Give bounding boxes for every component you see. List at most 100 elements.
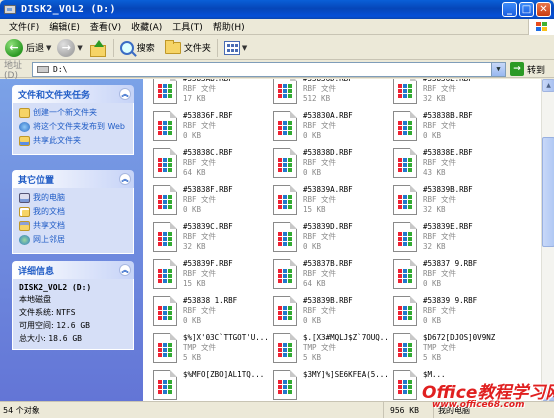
file-item[interactable]: #53838D.RBF RBF 文件 0 KB	[267, 146, 387, 182]
file-item[interactable]: $D672[DJOS]0V9NZ TMP 文件 5 KB	[387, 331, 507, 367]
file-item[interactable]: #5383AB.RBFRBF 文件17 KB	[147, 79, 267, 108]
menu-file[interactable]: 文件(F)	[4, 20, 44, 33]
maximize-button[interactable]: □	[519, 2, 534, 17]
file-size: 5 KB	[183, 353, 202, 362]
place-my-computer[interactable]: 我的电脑	[19, 192, 128, 203]
file-name: $M...	[423, 370, 446, 379]
file-type: RBF 文件	[183, 232, 217, 241]
file-size: 512 KB	[303, 94, 331, 103]
details-panel: 详细信息 ︽ DISK2_VOL2 (D:) 本地磁盘 文件系统: NTFS 可…	[12, 261, 134, 350]
place-shared-documents[interactable]: 共享文档	[19, 220, 128, 231]
panel-header[interactable]: 其它位置 ︽	[12, 170, 134, 188]
file-item[interactable]: #53839 9.RBF RBF 文件 0 KB	[387, 294, 507, 330]
file-item[interactable]: #53839E.RBF RBF 文件 32 KB	[387, 220, 507, 256]
shared-documents-icon	[19, 221, 30, 231]
collapse-icon[interactable]: ︽	[119, 88, 131, 100]
file-name: #53838 1.RBF	[183, 296, 238, 305]
file-name: #53838B.RBF	[423, 111, 473, 120]
collapse-icon[interactable]: ︽	[119, 173, 131, 185]
file-item[interactable]: #53838F.RBF RBF 文件 0 KB	[147, 183, 267, 219]
file-item[interactable]: #53839A.RBF RBF 文件 15 KB	[267, 183, 387, 219]
chevron-down-icon[interactable]: ▼	[46, 44, 51, 52]
menu-view[interactable]: 查看(V)	[85, 20, 126, 33]
task-publish-web[interactable]: 将这个文件夹发布到 Web	[19, 121, 128, 132]
task-share-folder[interactable]: 共享此文件夹	[19, 135, 128, 146]
address-bar: 地址(D) D:\ ▼ → 转到	[0, 61, 554, 81]
file-item[interactable]: #53838B.RBF RBF 文件 0 KB	[387, 109, 507, 145]
file-size: 0 KB	[303, 131, 322, 140]
file-item[interactable]: #53839B.RBF RBF 文件 0 KB	[267, 294, 387, 330]
task-new-folder[interactable]: 创建一个新文件夹	[19, 107, 128, 118]
file-item[interactable]: #53836D.RBFRBF 文件512 KB	[267, 79, 387, 108]
file-item[interactable]: #53838E.RBF RBF 文件 43 KB	[387, 146, 507, 182]
file-icon	[393, 259, 417, 289]
back-button[interactable]: ← 后退 ▼	[3, 38, 55, 58]
file-item[interactable]: $M...	[387, 368, 507, 401]
file-item[interactable]: #53839D.RBF RBF 文件 0 KB	[267, 220, 387, 256]
file-item[interactable]: $.[X3#MQLJ$Z`7OUQ... TMP 文件 5 KB	[267, 331, 387, 367]
menu-tools[interactable]: 工具(T)	[167, 20, 208, 33]
menu-edit[interactable]: 编辑(E)	[44, 20, 85, 33]
file-size: 0 KB	[303, 316, 322, 325]
minimize-button[interactable]: _	[502, 2, 517, 17]
file-type: RBF 文件	[423, 232, 457, 241]
web-publish-icon	[19, 122, 30, 132]
file-name: #53837 9.RBF	[423, 259, 478, 268]
file-item[interactable]: #53837B.RBF RBF 文件 64 KB	[267, 257, 387, 293]
panel-header[interactable]: 文件和文件夹任务 ︽	[12, 85, 134, 103]
vertical-scrollbar[interactable]: ▲ ▼	[541, 79, 554, 401]
file-text: #53839B.RBF RBF 文件 32 KB	[423, 185, 507, 215]
file-text: $%]X'03C`TTGOT'U... TMP 文件 5 KB	[183, 333, 267, 363]
file-name: #53838C.RBF	[183, 148, 233, 157]
file-item[interactable]: $3MY]%]SE6KFEA(5...	[267, 368, 387, 401]
file-name: $%]X'03C`TTGOT'U...	[183, 333, 267, 342]
file-item[interactable]: #53839F.RBF RBF 文件 15 KB	[147, 257, 267, 293]
file-item[interactable]: #53830A.RBF RBF 文件 0 KB	[267, 109, 387, 145]
file-item[interactable]: #53836E.RBFRBF 文件32 KB	[387, 79, 507, 108]
address-dropdown-button[interactable]: ▼	[491, 62, 505, 76]
place-network[interactable]: 网上邻居	[19, 234, 128, 245]
file-size: 0 KB	[423, 279, 442, 288]
menu-help[interactable]: 帮助(H)	[208, 20, 250, 33]
up-button[interactable]	[87, 38, 109, 58]
menu-favorites[interactable]: 收藏(A)	[126, 20, 167, 33]
chevron-down-icon[interactable]: ▼	[242, 44, 247, 52]
file-size: 15 KB	[303, 205, 326, 214]
scroll-down-button[interactable]: ▼	[542, 388, 554, 401]
place-my-documents[interactable]: 我的文档	[19, 206, 128, 217]
file-item[interactable]: $%]X'03C`TTGOT'U... TMP 文件 5 KB	[147, 331, 267, 367]
details-name: DISK2_VOL2 (D:)	[19, 283, 92, 292]
file-item[interactable]: $%MFO[ZBO]AL1TQ...	[147, 368, 267, 401]
file-text: #53838B.RBF RBF 文件 0 KB	[423, 111, 507, 141]
back-label: 后退	[26, 44, 45, 54]
file-item[interactable]: #53838 1.RBF RBF 文件 0 KB	[147, 294, 267, 330]
chevron-down-icon[interactable]: ▼	[77, 44, 82, 52]
detail-label: 可用空间:	[19, 321, 54, 330]
panel-header[interactable]: 详细信息 ︽	[12, 261, 134, 279]
file-icon-glyph	[158, 269, 172, 283]
file-size: 0 KB	[423, 316, 442, 325]
address-input[interactable]: D:\ ▼	[32, 61, 506, 77]
file-icon-glyph	[278, 380, 292, 394]
file-icon	[393, 111, 417, 141]
file-item[interactable]: #53838C.RBF RBF 文件 64 KB	[147, 146, 267, 182]
go-button[interactable]: → 转到	[510, 62, 545, 76]
file-item[interactable]: #53839C.RBF RBF 文件 32 KB	[147, 220, 267, 256]
file-icon-glyph	[158, 121, 172, 135]
file-item[interactable]: #53837 9.RBF RBF 文件 0 KB	[387, 257, 507, 293]
forward-button[interactable]: → ▼	[55, 38, 86, 58]
file-item[interactable]: #53839B.RBF RBF 文件 32 KB	[387, 183, 507, 219]
back-arrow-icon: ←	[5, 38, 23, 57]
panel-body: 创建一个新文件夹 将这个文件夹发布到 Web 共享此文件夹	[12, 103, 134, 155]
scroll-thumb[interactable]	[542, 137, 554, 247]
file-item[interactable]: #53836F.RBF RBF 文件 0 KB	[147, 109, 267, 145]
panel-body: DISK2_VOL2 (D:) 本地磁盘 文件系统: NTFS 可用空间: 12…	[12, 279, 134, 350]
folders-button[interactable]: 文件夹	[163, 38, 213, 58]
scroll-up-button[interactable]: ▲	[542, 79, 554, 92]
search-button[interactable]: 搜索	[118, 38, 157, 58]
collapse-icon[interactable]: ︽	[119, 264, 131, 276]
file-name: #53839A.RBF	[303, 185, 353, 194]
file-size: 0 KB	[183, 316, 202, 325]
close-button[interactable]: ✕	[536, 2, 551, 17]
views-button[interactable]: ▼	[222, 38, 251, 58]
